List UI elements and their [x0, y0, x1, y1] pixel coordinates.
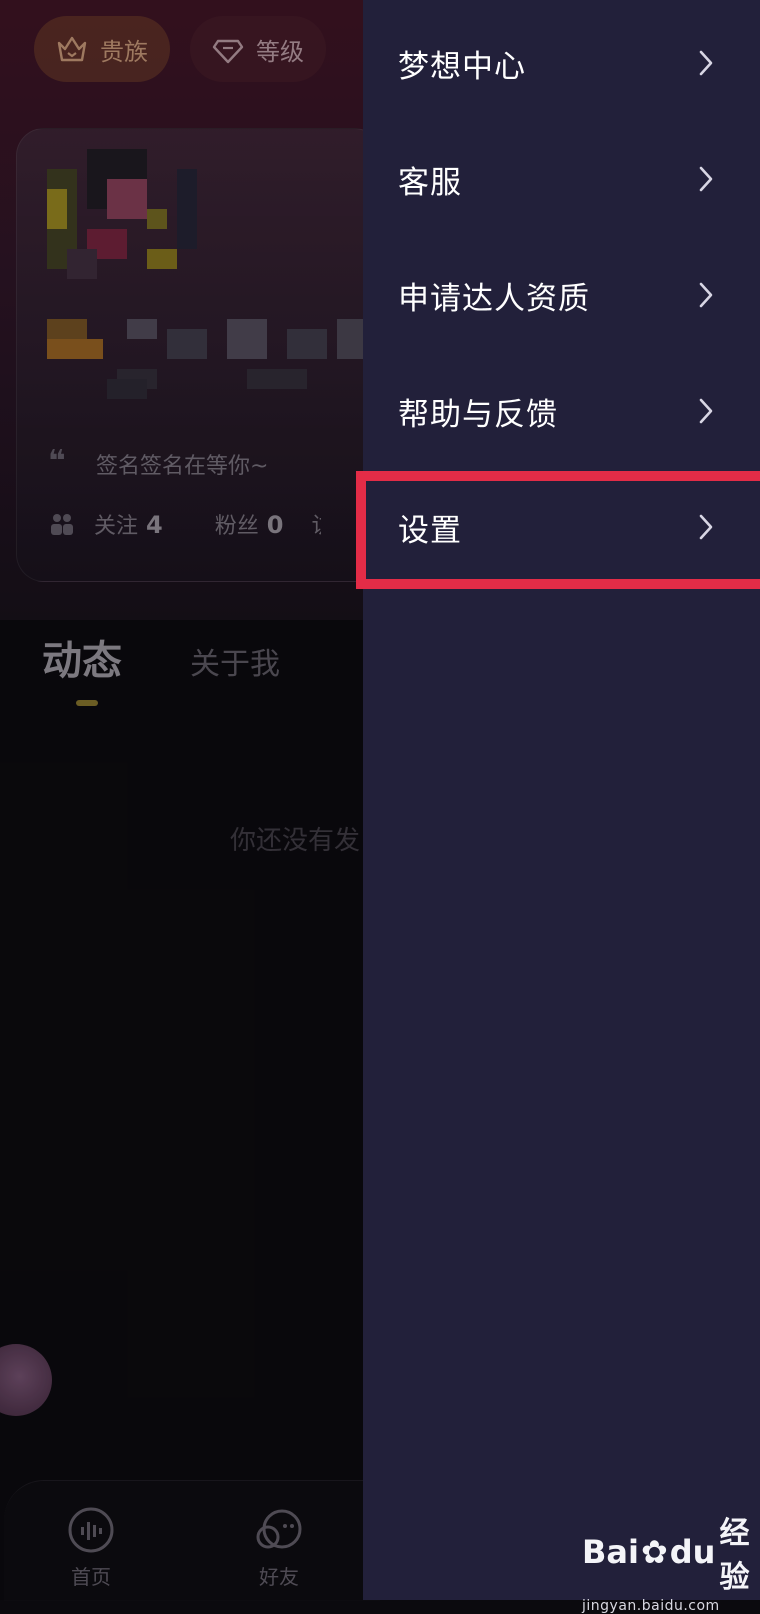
paw-icon: ✿: [640, 1533, 668, 1571]
watermark-url: jingyan.baidu.com: [582, 1598, 720, 1614]
menu-item-label: 梦想中心: [398, 48, 526, 85]
menu-item-help-feedback[interactable]: 帮助与反馈: [363, 352, 760, 470]
baidu-jingyan-watermark: Bai ✿ du 经验 jingyan.baidu.com: [582, 1508, 752, 1614]
menu-item-label: 帮助与反馈: [398, 396, 558, 433]
chevron-right-icon: [699, 50, 713, 76]
menu-item-apply-expert[interactable]: 申请达人资质: [363, 236, 760, 354]
chevron-right-icon: [699, 514, 713, 540]
menu-item-settings[interactable]: 设置: [363, 468, 760, 586]
side-drawer-menu: 梦想中心 客服 申请达人资质 帮助与反馈 设置: [363, 0, 760, 1600]
chevron-right-icon: [699, 166, 713, 192]
chevron-right-icon: [699, 282, 713, 308]
chevron-right-icon: [699, 398, 713, 424]
menu-item-customer-service[interactable]: 客服: [363, 120, 760, 238]
menu-item-label: 客服: [398, 164, 462, 201]
watermark-logo: Bai ✿ du 经验: [582, 1516, 750, 1595]
menu-item-label: 设置: [398, 512, 462, 549]
menu-item-label: 申请达人资质: [398, 280, 590, 317]
menu-item-dream-center[interactable]: 梦想中心: [363, 4, 760, 122]
scrim-overlay[interactable]: [0, 0, 363, 1600]
